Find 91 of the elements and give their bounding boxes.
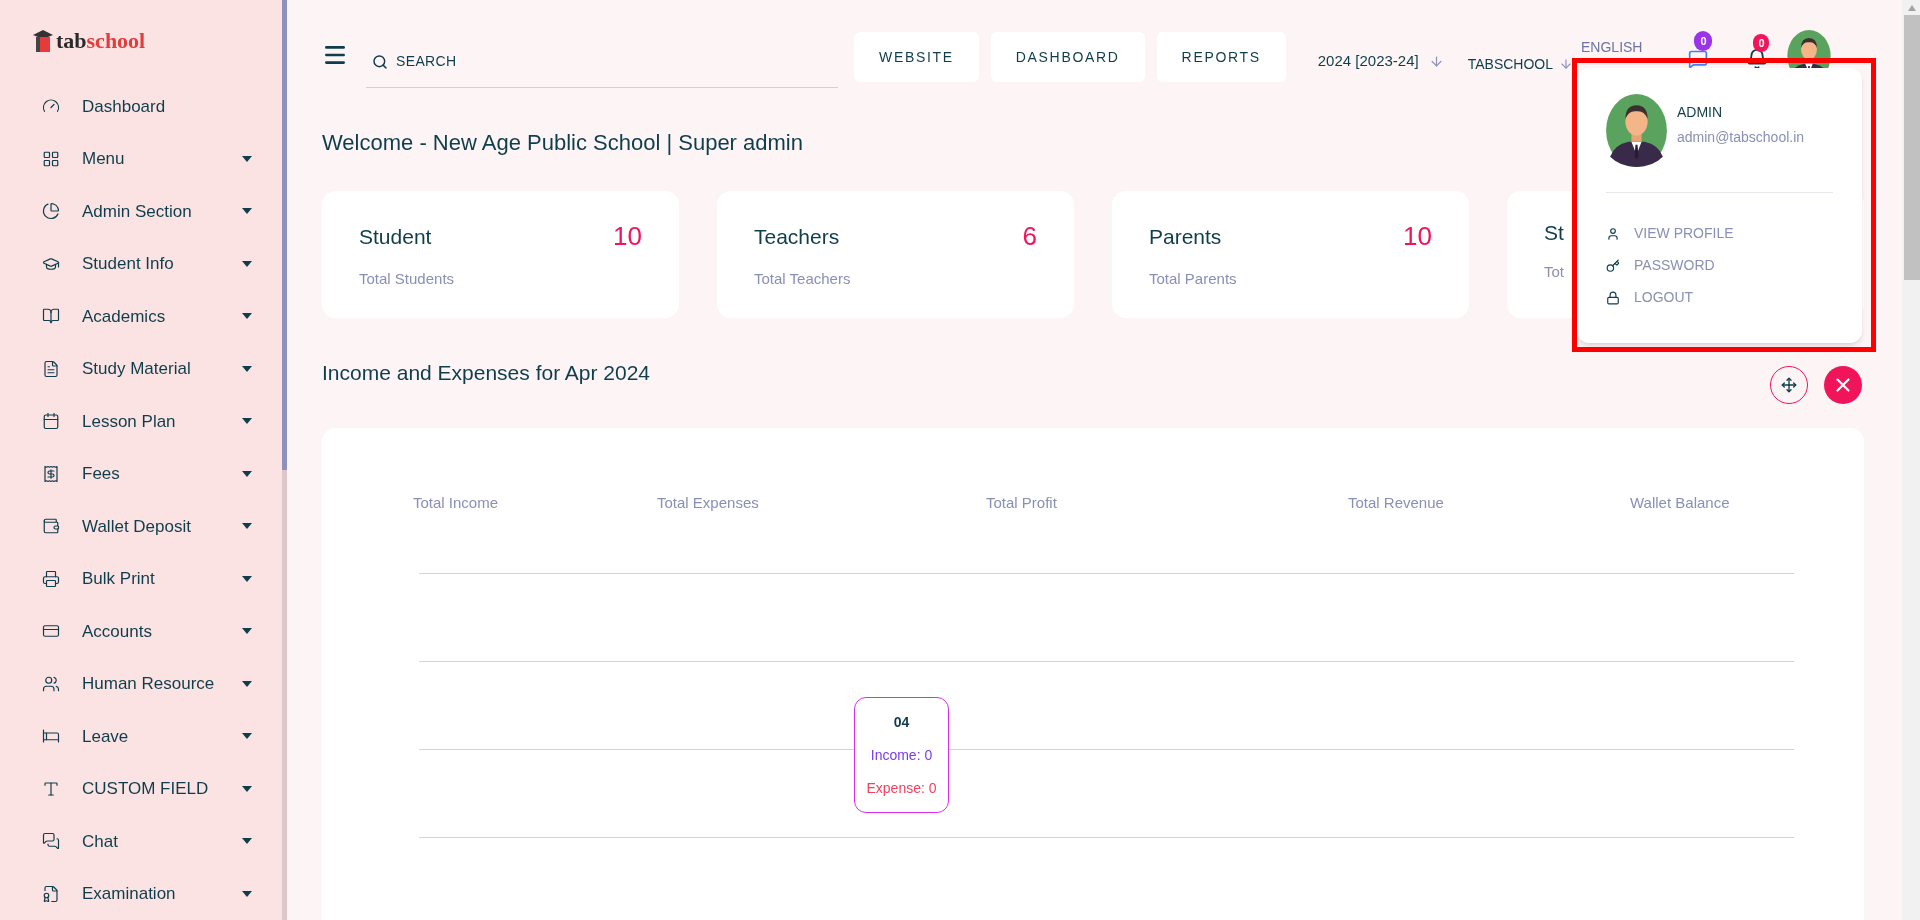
language-selector[interactable]: ENGLISH xyxy=(1581,36,1643,58)
session-selector[interactable]: 2024 [2023-24] xyxy=(1317,49,1444,73)
wallet-icon xyxy=(42,517,60,536)
sidebar-item[interactable]: Academics xyxy=(0,290,282,343)
caret-icon xyxy=(242,208,252,215)
caret-icon xyxy=(242,785,252,792)
grid-icon xyxy=(42,149,60,168)
document-icon xyxy=(42,359,60,378)
search-field[interactable]: SEARCH xyxy=(366,36,838,88)
sidebar-item[interactable]: Fees xyxy=(0,447,282,500)
stat-title: Parents xyxy=(1149,223,1222,250)
notification-badge: 0 xyxy=(1753,34,1770,52)
stat-value: 6 xyxy=(1022,220,1037,253)
sidebar-item[interactable]: Chat xyxy=(0,815,282,868)
bed-icon xyxy=(42,727,60,746)
sidebar-item[interactable]: Examination xyxy=(0,867,282,920)
school-selector[interactable]: TABSCHOOL xyxy=(1467,53,1573,75)
key-icon xyxy=(1606,258,1620,273)
section-title: Income and Expenses for Apr 2024 xyxy=(322,360,651,387)
move-icon xyxy=(1781,377,1797,393)
chat-icon xyxy=(42,832,60,851)
nav-button[interactable]: WEBSITE xyxy=(854,32,979,82)
stat-subtitle: Total Teachers xyxy=(754,269,851,289)
message-badge: 0 xyxy=(1694,31,1713,51)
caret-icon xyxy=(242,628,252,635)
nav-button[interactable]: DASHBOARD xyxy=(990,32,1145,82)
tooltip-income: Income: 0 xyxy=(870,746,933,765)
summary-label: Wallet Balance xyxy=(1630,493,1730,513)
sidebar-scrollbar[interactable] xyxy=(282,0,287,470)
search-icon xyxy=(372,53,388,70)
caret-icon xyxy=(242,313,252,320)
stat-subtitle: Total Parents xyxy=(1149,269,1237,289)
sidebar-item[interactable]: CUSTOM FIELD xyxy=(0,762,282,815)
sidebar-item[interactable]: Human Resource xyxy=(0,657,282,710)
logo-text: tabschool xyxy=(56,30,146,52)
summary-label: Total Expenses xyxy=(657,493,759,513)
stat-value: 10 xyxy=(613,220,642,253)
receipt-icon xyxy=(42,464,60,483)
caret-icon xyxy=(242,155,252,162)
caret-icon xyxy=(242,260,252,267)
sidebar-item[interactable]: Study Material xyxy=(0,342,282,395)
nav-button[interactable]: REPORTS xyxy=(1156,32,1286,82)
pie-chart-icon xyxy=(42,202,60,221)
caret-icon xyxy=(242,890,252,897)
stat-title: St xyxy=(1544,220,1564,246)
sidebar-item[interactable]: Student Info xyxy=(0,237,282,290)
sidebar-item[interactable]: Lesson Plan xyxy=(0,395,282,448)
caret-icon xyxy=(242,733,252,740)
caret-icon xyxy=(242,838,252,845)
caret-icon xyxy=(242,365,252,372)
caret-icon xyxy=(242,470,252,477)
summary-label: Total Profit xyxy=(986,493,1057,513)
caret-icon xyxy=(242,575,252,582)
caret-icon xyxy=(242,523,252,530)
stat-title: Student xyxy=(359,223,432,250)
sidebar-item[interactable]: Wallet Deposit xyxy=(0,500,282,553)
search-input[interactable]: SEARCH xyxy=(396,51,838,72)
book-icon xyxy=(42,307,60,326)
stat-value: 10 xyxy=(1403,220,1432,253)
logo-cap-icon xyxy=(33,30,53,52)
message-icon[interactable] xyxy=(1688,49,1709,69)
close-button[interactable] xyxy=(1824,366,1862,404)
lock-icon xyxy=(1606,290,1620,305)
caret-icon xyxy=(242,680,252,687)
calendar-icon xyxy=(42,412,60,431)
summary-label: Total Revenue xyxy=(1348,493,1444,513)
sidebar-item[interactable]: Dashboard xyxy=(0,80,282,133)
sidebar-item[interactable]: Leave xyxy=(0,710,282,763)
stat-title: Teachers xyxy=(754,223,840,250)
sidebar-item[interactable]: Accounts xyxy=(0,605,282,658)
summary-label: Total Income xyxy=(413,493,499,513)
people-icon xyxy=(42,674,60,693)
printer-icon xyxy=(42,569,60,588)
logo[interactable]: tabschool xyxy=(33,30,146,52)
bell-icon[interactable] xyxy=(1746,48,1769,70)
welcome-heading: Welcome - New Age Public School | Super admin xyxy=(322,128,803,157)
certificate-icon xyxy=(42,884,60,903)
profile-name: ADMIN xyxy=(1677,103,1724,122)
stat-subtitle: Tot xyxy=(1544,261,1564,282)
sidebar-item[interactable]: Admin Section xyxy=(0,185,282,238)
sidebar-item[interactable]: Menu xyxy=(0,132,282,185)
text-icon xyxy=(42,779,60,798)
profile-email: admin@tabschool.in xyxy=(1677,128,1805,147)
profile-avatar[interactable] xyxy=(1606,94,1667,167)
caret-icon xyxy=(242,418,252,425)
scrollbar-thumb[interactable] xyxy=(1904,15,1920,280)
sidebar-item[interactable]: Bulk Print xyxy=(0,552,282,605)
stat-subtitle: Total Students xyxy=(359,269,455,289)
tooltip-title: 04 xyxy=(893,713,910,732)
tooltip-expense: Expense: 0 xyxy=(866,779,937,798)
user-icon xyxy=(1606,226,1620,241)
